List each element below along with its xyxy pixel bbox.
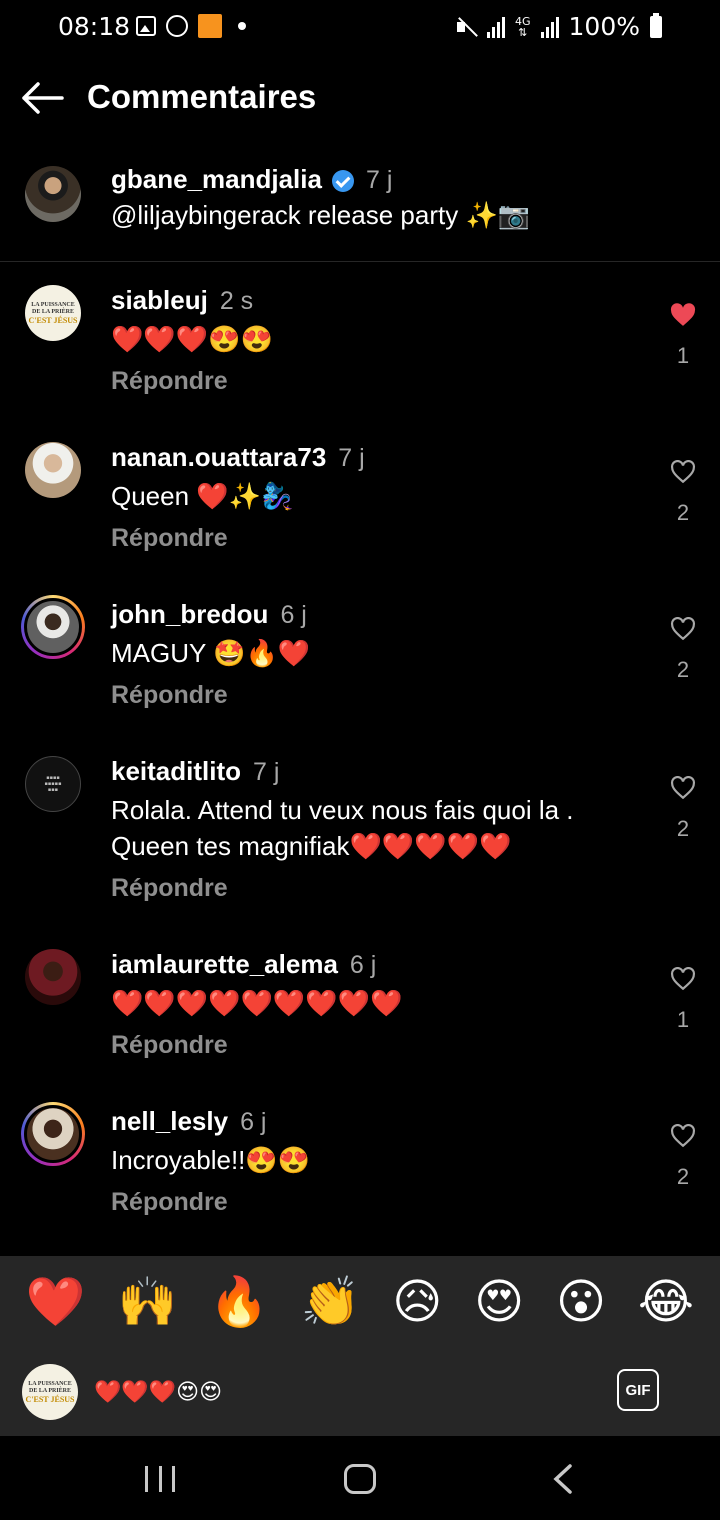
more-notifications-dot-icon (238, 22, 246, 30)
like-heart-icon[interactable] (670, 1123, 696, 1148)
avatar[interactable] (25, 166, 81, 222)
comment-username[interactable]: nell_lesly (111, 1106, 228, 1136)
emoji-surprised[interactable]: 😮 (556, 1272, 606, 1332)
comment-time: 7 j (253, 758, 280, 786)
comment-username[interactable]: siableuj (111, 285, 208, 315)
like-count: 2 (676, 816, 690, 841)
battery-percent: 100% (568, 12, 640, 41)
reply-button[interactable]: Répondre (111, 874, 651, 903)
liked-heart-icon[interactable] (670, 303, 696, 327)
notification-icons (136, 14, 246, 38)
comment-time: 6 j (240, 1108, 267, 1136)
whatsapp-icon (166, 15, 188, 37)
emoji-fire[interactable]: 🔥 (209, 1272, 269, 1332)
like-column: 2 (668, 616, 698, 683)
orange-app-icon (198, 14, 222, 38)
avatar[interactable]: LA PUISSANCE DE LA PRIÈRE C'EST JÉSUS (25, 285, 81, 341)
home-icon[interactable] (344, 1464, 376, 1494)
my-avatar: LA PUISSANCE DE LA PRIÈRE C'EST JÉSUS (22, 1364, 78, 1420)
status-time: 08:18 (58, 12, 131, 41)
system-icons: 4G ⇅ 100% (455, 12, 662, 41)
comment-text: ❤️❤️❤️❤️❤️❤️❤️❤️❤️ (111, 988, 403, 1018)
top-bar: Commentaires (0, 62, 720, 134)
gallery-icon (136, 16, 156, 36)
comment-input[interactable] (94, 1370, 584, 1414)
comment-time: 7 j (338, 444, 365, 472)
page-title: Commentaires (87, 78, 317, 115)
like-heart-icon[interactable] (670, 459, 696, 484)
like-count: 1 (676, 1007, 690, 1032)
post-caption: gbane_mandjalia 7 j @liljaybingerack rele… (0, 160, 720, 262)
emoji-raising-hands[interactable]: 🙌 (118, 1272, 178, 1332)
avatar-story-ring[interactable] (21, 1102, 85, 1166)
like-count: 1 (676, 343, 690, 368)
mute-icon (455, 16, 477, 38)
like-column: 1 (668, 966, 698, 1033)
quick-emoji-bar: ❤️ 🙌 🔥 👏 😥 😍 😮 😂 (0, 1256, 720, 1348)
comment-time: 6 j (349, 951, 377, 979)
reply-button[interactable]: Répondre (111, 524, 651, 553)
like-heart-icon[interactable] (670, 775, 696, 800)
reply-button[interactable]: Répondre (111, 367, 651, 396)
comment-text: MAGUY 🤩🔥❤️ (111, 638, 311, 668)
emoji-sad[interactable]: 😥 (392, 1272, 442, 1332)
comment-username[interactable]: nanan.ouattara73 (111, 442, 326, 472)
profile-photo (25, 442, 81, 498)
comment-username[interactable]: john_bredou (111, 599, 268, 629)
like-column: 2 (668, 459, 698, 526)
comment-time: 6 j (280, 601, 307, 629)
profile-photo (24, 598, 82, 656)
comment-time: 2 s (219, 287, 254, 315)
avatar-story-ring[interactable] (21, 595, 85, 659)
cest-jesus-logo-icon: LA PUISSANCE DE LA PRIÈRE C'EST JÉSUS (25, 285, 81, 341)
like-column: 2 (668, 1123, 698, 1190)
emoji-heart-eyes[interactable]: 😍 (474, 1272, 524, 1332)
caption-username[interactable]: gbane_mandjalia (111, 164, 322, 194)
like-heart-icon[interactable] (670, 966, 696, 991)
cest-jesus-logo-icon: LA PUISSANCE DE LA PRIÈRE C'EST JÉSUS (22, 1364, 78, 1420)
comment-username[interactable]: keitaditlito (111, 756, 241, 786)
reply-button[interactable]: Répondre (111, 1188, 651, 1217)
signal-icon-2 (540, 16, 559, 38)
like-heart-icon[interactable] (670, 616, 696, 641)
back-arrow-icon[interactable] (20, 80, 64, 116)
profile-photo (25, 949, 81, 1005)
signal-icon (486, 16, 505, 38)
emoji-clapping[interactable]: 👏 (301, 1272, 361, 1332)
system-nav-bar (0, 1436, 720, 1520)
comment-text: Incroyable!!😍😍 (111, 1145, 311, 1175)
avatar[interactable]: ▪▪▪▪ ▪▪▪▪▪ ▪▪▪ (25, 756, 81, 812)
text-logo-icon: ▪▪▪▪ ▪▪▪▪▪ ▪▪▪ (25, 756, 81, 812)
caption-time: 7 j (365, 166, 393, 194)
battery-icon (650, 12, 662, 38)
profile-photo (24, 1105, 82, 1163)
verified-badge-icon (331, 169, 354, 192)
recents-icon[interactable] (145, 1466, 175, 1492)
status-bar: 08:18 4G ⇅ 100% (0, 0, 720, 58)
avatar[interactable] (25, 442, 81, 498)
avatar[interactable] (25, 949, 81, 1005)
gif-button[interactable]: GIF (617, 1369, 659, 1411)
nav-back-icon[interactable] (552, 1464, 574, 1494)
reply-button[interactable]: Répondre (111, 681, 651, 710)
comment-text: Queen ❤️✨🧞‍♀️ (111, 481, 294, 511)
emoji-heart[interactable]: ❤️ (26, 1272, 86, 1332)
like-count: 2 (676, 1164, 690, 1189)
comment-username[interactable]: iamlaurette_alema (111, 949, 338, 979)
like-column: 1 (668, 303, 698, 369)
network-type: 4G ⇅ (514, 14, 531, 39)
like-count: 2 (676, 500, 690, 525)
like-column: 2 (668, 775, 698, 842)
caption-text: @liljaybingerack release party ✨📷 (111, 200, 531, 230)
comment-composer: LA PUISSANCEDE LA PRIÈREC'EST JÉSUS GIF (0, 1348, 720, 1436)
reply-button[interactable]: Répondre (111, 1031, 651, 1060)
comment-text: Rolala. Attend tu veux nous fais quoi la… (111, 795, 574, 861)
like-count: 2 (676, 657, 690, 682)
emoji-laughing[interactable]: 😂 (638, 1272, 694, 1332)
comment-text: ❤️❤️❤️😍😍 (111, 324, 273, 354)
